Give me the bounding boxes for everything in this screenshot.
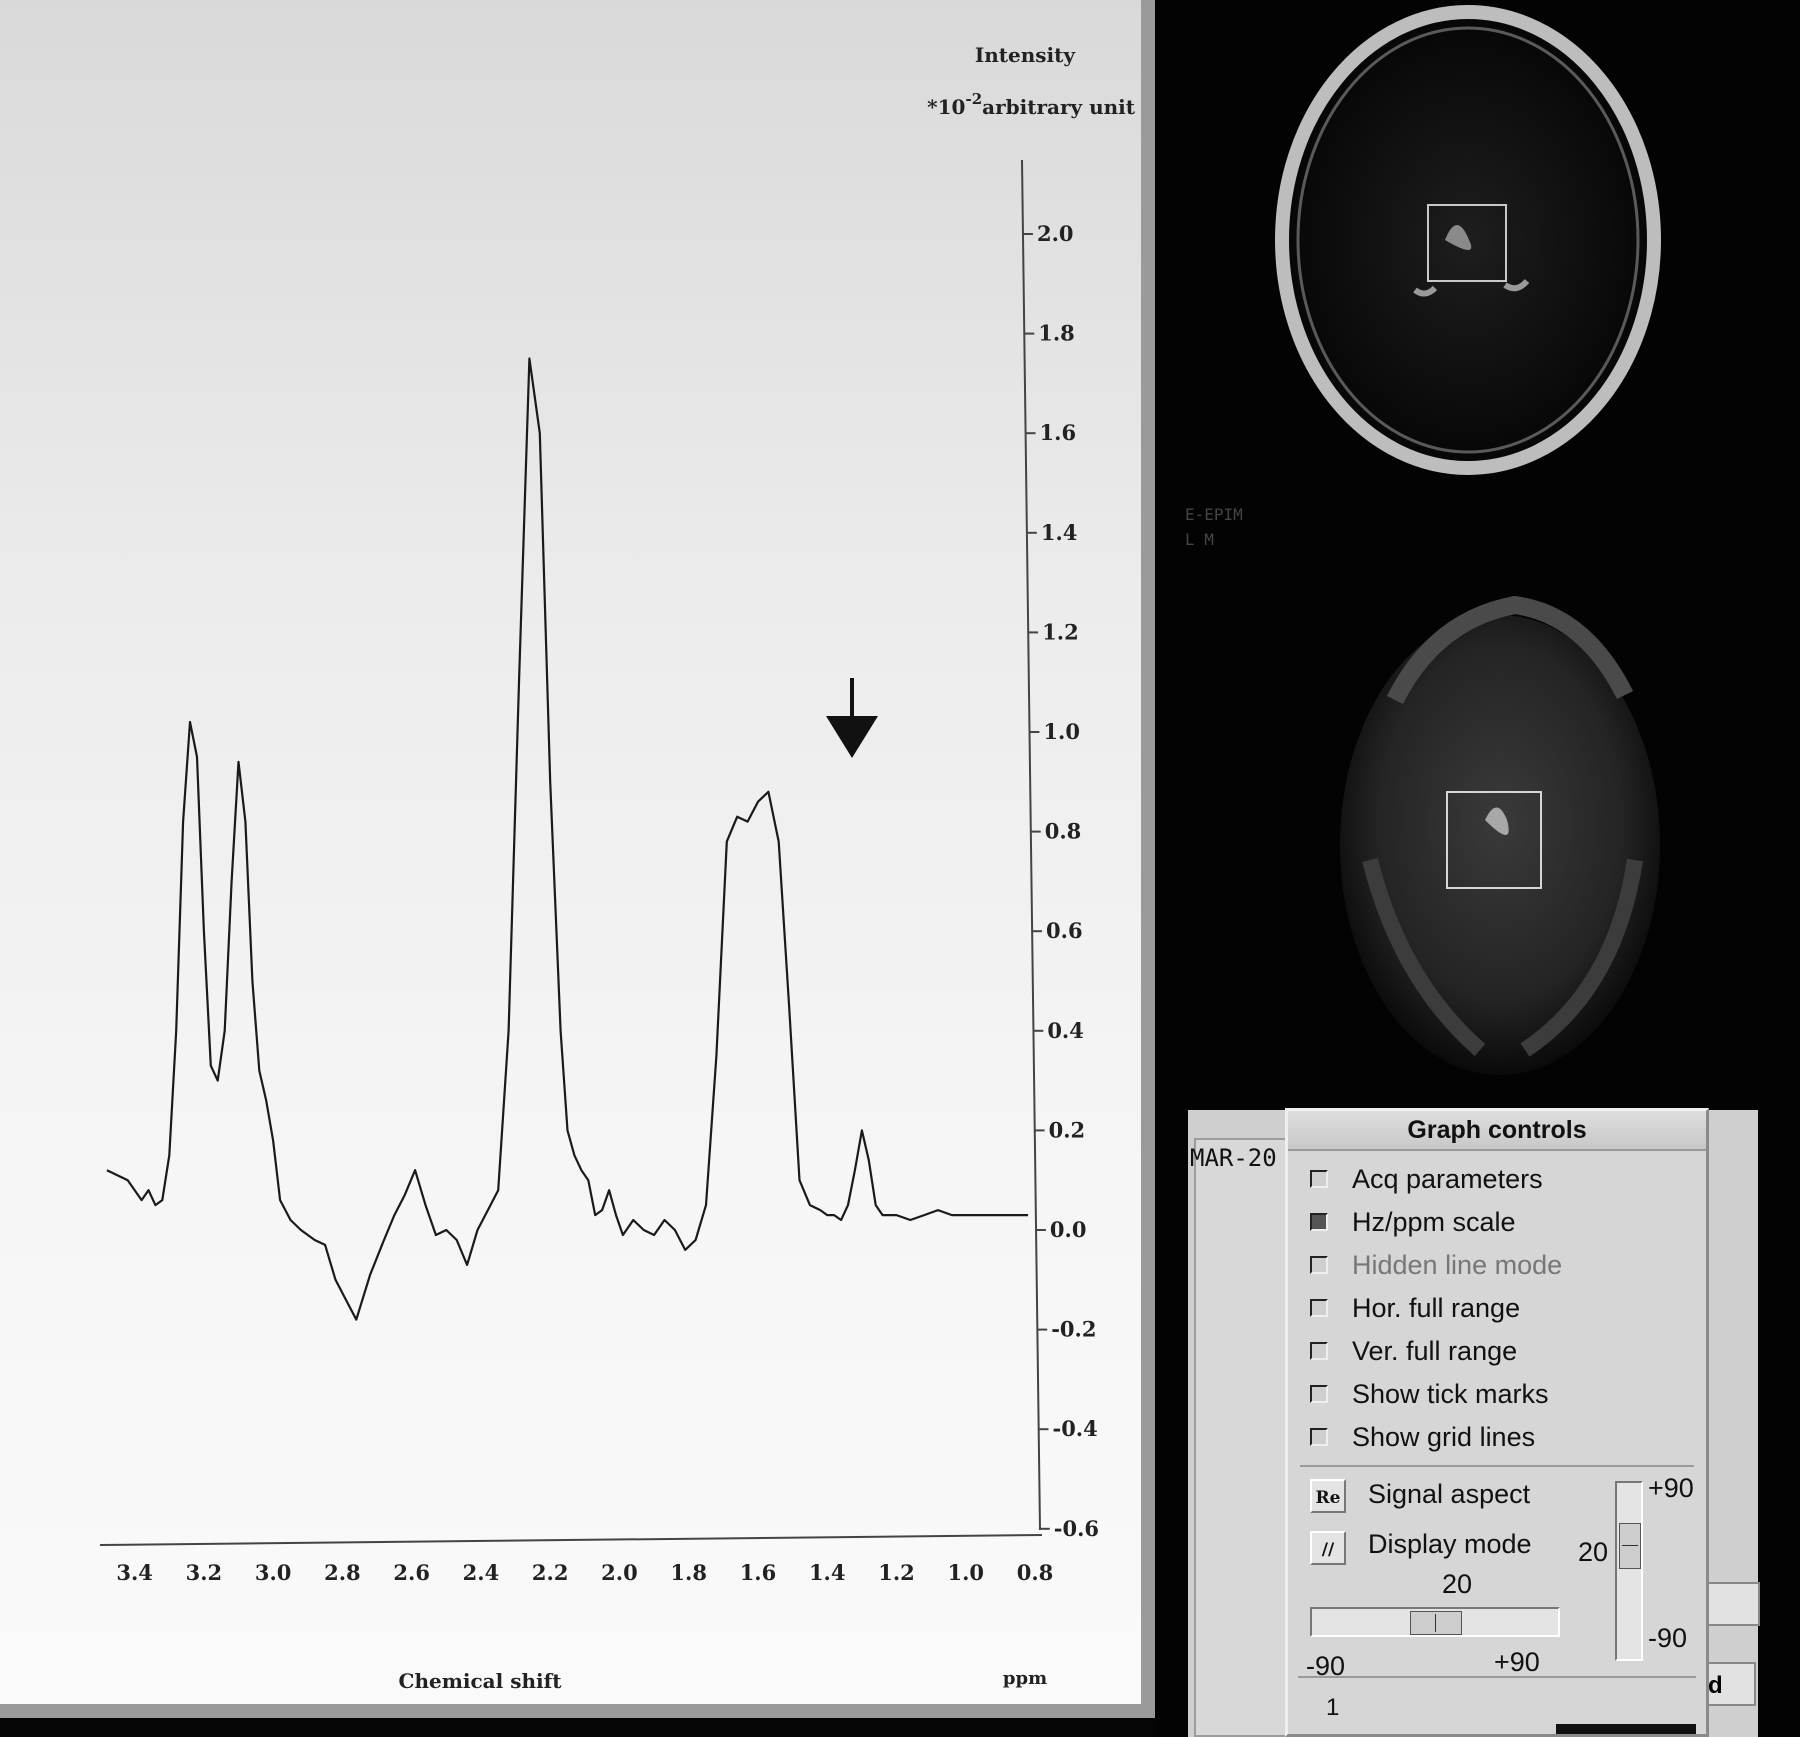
- footer-value: 1: [1326, 1694, 1340, 1721]
- display-mode-button[interactable]: //: [1310, 1531, 1346, 1565]
- x-tick-label: 0.8: [1017, 1560, 1054, 1585]
- y-tick-label: 2.0: [1037, 221, 1074, 246]
- y-axis-unit: *10-2arbitrary unit: [927, 90, 1136, 119]
- checkbox-icon[interactable]: [1310, 1256, 1328, 1274]
- spectrum-window: Intensity *10-2arbitrary unit 2.0 1.8 1.6 1…: [0, 0, 1155, 1718]
- x-ticks: 3.4 3.2 3.0 2.8 2.6 2.4 2.2 2.0 1.8 1.6 1.4 1.2 1.0 0…: [116, 1560, 1053, 1585]
- svg-text:L M: L M: [1185, 530, 1214, 549]
- x-tick-label: 2.0: [601, 1560, 638, 1585]
- option-ver-full-range[interactable]: Ver. full range: [1310, 1331, 1517, 1371]
- mri-images: E-EPIM L M: [1185, 5, 1661, 1075]
- option-hidden-line-mode[interactable]: Hidden line mode: [1310, 1245, 1562, 1285]
- slider-thumb[interactable]: [1410, 1611, 1462, 1635]
- y-tick-label: 0.0: [1050, 1217, 1087, 1242]
- x-tick-label: 2.4: [463, 1560, 500, 1585]
- checkbox-icon[interactable]: [1310, 1385, 1328, 1403]
- x-axis-line: [99, 1534, 1043, 1546]
- axial-mri-image: [1340, 595, 1660, 1075]
- checkbox-icon[interactable]: [1310, 1170, 1328, 1188]
- y-tick-label: 1.8: [1038, 321, 1075, 346]
- side-field[interactable]: [1700, 1582, 1760, 1626]
- y-tick-label: 0.4: [1047, 1018, 1084, 1043]
- down-arrow-icon: [826, 678, 878, 758]
- checkbox-icon[interactable]: [1310, 1428, 1328, 1446]
- x-axis-title: Chemical shift: [399, 1669, 563, 1693]
- h-slider-value: 20: [1442, 1569, 1473, 1599]
- y-tick-label: -0.4: [1052, 1416, 1097, 1441]
- x-tick-label: 1.2: [878, 1560, 915, 1585]
- x-tick-label: 2.8: [324, 1560, 361, 1585]
- dialog-title: Graph controls: [1288, 1111, 1706, 1151]
- x-tick-label: 3.4: [116, 1560, 153, 1585]
- spectrum-line: [106, 357, 1029, 1321]
- svg-text:E-EPIM: E-EPIM: [1185, 505, 1243, 524]
- axial-ct-image: [1275, 5, 1661, 475]
- option-hz-ppm-scale[interactable]: Hz/ppm scale: [1310, 1202, 1516, 1242]
- x-tick-label: 2.6: [393, 1560, 430, 1585]
- y-tick-label: 0.2: [1049, 1117, 1086, 1142]
- y-tick-label: 1.4: [1041, 520, 1078, 545]
- graph-controls-dialog: Graph controls Acq parameters Hz/ppm sca…: [1285, 1108, 1709, 1737]
- y-tick-label: 1.6: [1040, 420, 1077, 445]
- x-tick-label: 1.4: [809, 1560, 846, 1585]
- y-tick-label: 1.2: [1042, 619, 1079, 644]
- checkbox-icon[interactable]: [1310, 1342, 1328, 1360]
- dialog-footer: 1: [1298, 1676, 1696, 1734]
- x-tick-label: 3.0: [255, 1560, 292, 1585]
- signal-aspect-label: Signal aspect: [1368, 1479, 1531, 1509]
- v-slider-value: 20: [1578, 1537, 1609, 1567]
- signal-aspect-button[interactable]: Re: [1310, 1479, 1346, 1513]
- v-slider-max: +90: [1648, 1473, 1694, 1503]
- option-show-grid-lines[interactable]: Show grid lines: [1310, 1417, 1535, 1457]
- slider-thumb[interactable]: [1619, 1523, 1641, 1570]
- y-tick-label: -0.6: [1054, 1516, 1099, 1541]
- scan-info-text: E-EPIM L M: [1185, 505, 1243, 549]
- y-ticks: 2.0 1.8 1.6 1.4 1.2 1.0 0.8 0.6 0.4 0.2 0.0 -0.2 -0.…: [1022, 221, 1099, 1541]
- x-axis-unit: ppm: [1003, 1668, 1047, 1689]
- display-mode-label: Display mode: [1368, 1529, 1532, 1559]
- option-show-tick-marks[interactable]: Show tick marks: [1310, 1374, 1549, 1414]
- spectrum-chart: Intensity *10-2arbitrary unit 2.0 1.8 1.6 1…: [99, 43, 1136, 1693]
- y-tick-label: 1.0: [1043, 719, 1080, 744]
- y-axis-line: [1021, 159, 1041, 1531]
- y-axis-title: Intensity: [975, 43, 1076, 67]
- h-slider-max: +90: [1494, 1647, 1540, 1677]
- horizontal-slider[interactable]: [1310, 1607, 1560, 1637]
- x-tick-label: 3.2: [186, 1560, 223, 1585]
- x-tick-label: 1.6: [740, 1560, 777, 1585]
- vertical-slider[interactable]: [1615, 1481, 1643, 1661]
- date-label: MAR-20: [1190, 1144, 1277, 1172]
- checkbox-icon[interactable]: [1310, 1299, 1328, 1317]
- x-tick-label: 2.2: [532, 1560, 569, 1585]
- option-acq-parameters[interactable]: Acq parameters: [1310, 1159, 1543, 1199]
- x-tick-label: 1.0: [947, 1560, 984, 1585]
- y-tick-label: 0.6: [1046, 918, 1083, 943]
- y-tick-label: -0.2: [1051, 1317, 1096, 1342]
- option-hor-full-range[interactable]: Hor. full range: [1310, 1288, 1520, 1328]
- divider: [1300, 1465, 1694, 1467]
- y-tick-label: 0.8: [1045, 819, 1082, 844]
- v-slider-min: -90: [1648, 1623, 1688, 1653]
- checkbox-icon[interactable]: [1310, 1213, 1328, 1231]
- x-tick-label: 1.8: [670, 1560, 707, 1585]
